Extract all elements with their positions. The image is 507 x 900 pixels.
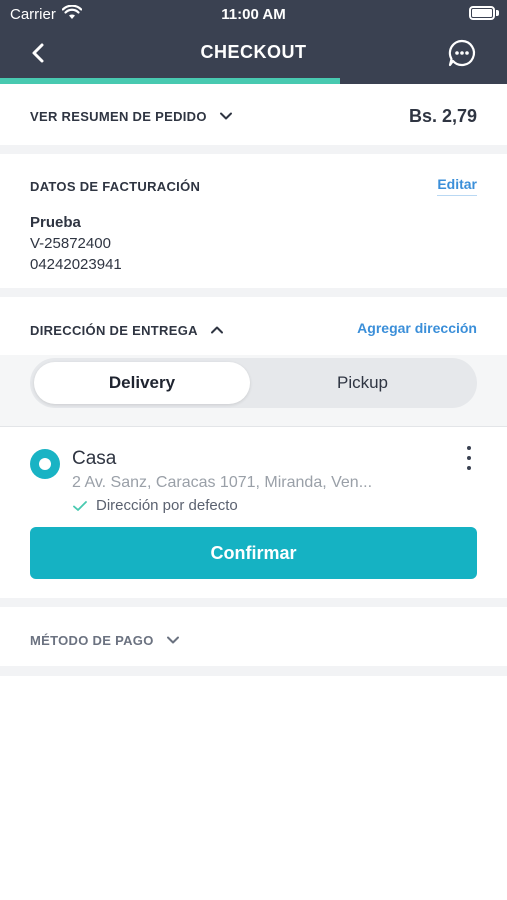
section-divider	[0, 666, 507, 676]
confirm-button[interactable]: Confirmar	[30, 527, 477, 579]
billing-id-number: V-25872400	[30, 235, 111, 252]
address-text: 2 Av. Sanz, Caracas 1071, Miranda, Ven..…	[72, 474, 373, 491]
delivery-title: DIRECCIÓN DE ENTREGA	[30, 322, 198, 338]
address-more-icon[interactable]	[461, 446, 477, 470]
edit-billing-link[interactable]: Editar	[437, 176, 477, 196]
edit-billing-label: Editar	[437, 176, 477, 196]
order-summary-label: VER RESUMEN DE PEDIDO	[30, 108, 207, 124]
payment-title: MÉTODO DE PAGO	[30, 632, 154, 648]
battery-icon	[469, 6, 495, 20]
clock: 11:00 AM	[221, 6, 286, 23]
billing-title: DATOS DE FACTURACIÓN	[30, 178, 201, 194]
delivery-mode-area: Delivery Pickup	[0, 355, 507, 427]
delivery-option[interactable]: Delivery	[34, 362, 250, 404]
order-total: Bs. 2,79	[408, 106, 477, 126]
billing-name: Prueba	[30, 214, 81, 231]
billing-phone: 04242023941	[30, 256, 122, 273]
section-divider	[0, 145, 507, 154]
pickup-option[interactable]: Pickup	[252, 362, 473, 404]
chevron-down-icon	[219, 112, 232, 120]
status-bar: Carrier 11:00 AM	[0, 0, 507, 28]
page-title: CHECKOUT	[200, 42, 307, 62]
checkout-progress-fill	[0, 78, 340, 84]
payment-method-toggle[interactable]: MÉTODO DE PAGO	[30, 630, 477, 650]
chat-bubble-icon[interactable]	[447, 38, 477, 68]
app-header: Carrier 11:00 AM CHECKOUT	[0, 0, 507, 84]
default-address-label: Dirección por defecto	[96, 497, 238, 514]
section-divider	[0, 288, 507, 297]
add-address-link[interactable]: Agregar dirección	[357, 320, 477, 336]
address-radio-selected[interactable]	[30, 449, 60, 479]
check-icon	[73, 500, 87, 511]
toggle-divider	[0, 426, 507, 427]
chevron-down-icon	[166, 636, 179, 644]
billing-header: DATOS DE FACTURACIÓN	[30, 176, 477, 196]
battery-nub	[496, 10, 499, 16]
chevron-up-icon	[210, 326, 223, 334]
address-name: Casa	[72, 448, 117, 469]
delivery-mode-toggle: Delivery Pickup	[30, 358, 477, 408]
default-address-note: Dirección por defecto	[72, 497, 238, 514]
section-divider	[0, 598, 507, 607]
